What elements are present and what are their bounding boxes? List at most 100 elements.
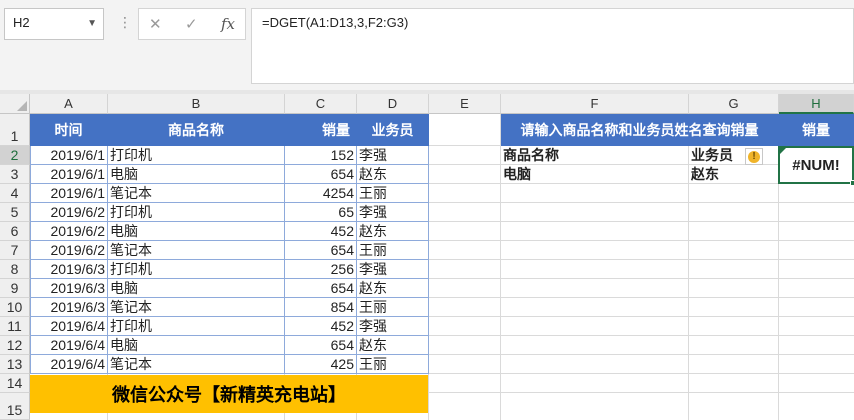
table-cell[interactable]: 电脑 — [108, 336, 285, 355]
column-header-a[interactable]: A — [30, 94, 108, 114]
criteria-value-salesperson[interactable]: 赵东 — [689, 165, 779, 184]
table-cell[interactable]: 赵东 — [357, 279, 429, 298]
table-cell[interactable]: 电脑 — [108, 165, 285, 184]
table-cell[interactable]: 电脑 — [108, 279, 285, 298]
table-header-cell[interactable]: 时间 — [30, 114, 108, 146]
table-header-cell[interactable]: 商品名称 — [108, 114, 285, 146]
row-header-15[interactable]: 15 — [0, 393, 30, 420]
row-header-6[interactable]: 6 — [0, 222, 30, 241]
criteria-label-product[interactable]: 商品名称 — [501, 146, 689, 165]
column-header-b[interactable]: B — [108, 94, 285, 114]
enter-icon[interactable]: ✓ — [185, 15, 198, 33]
table-cell[interactable]: 2019/6/4 — [30, 317, 108, 336]
table-cell[interactable]: 152 — [285, 146, 357, 165]
row-number: 12 — [6, 337, 23, 353]
table-cell[interactable]: 654 — [285, 336, 357, 355]
table-cell[interactable]: 2019/6/2 — [30, 241, 108, 260]
name-box[interactable]: H2 ▼ — [4, 8, 104, 40]
column-header-f[interactable]: F — [501, 94, 689, 114]
table-cell[interactable]: 4254 — [285, 184, 357, 203]
column-header-d[interactable]: D — [357, 94, 429, 114]
table-cell[interactable]: 王丽 — [357, 241, 429, 260]
table-cell[interactable]: 2019/6/2 — [30, 203, 108, 222]
table-cell[interactable]: 赵东 — [357, 336, 429, 355]
query-header-cell[interactable]: 请输入商品名称和业务员姓名查询销量 — [501, 114, 779, 146]
criteria-value-product[interactable]: 电脑 — [501, 165, 689, 184]
table-header-cell[interactable]: 业务员 — [357, 114, 429, 146]
fill-handle[interactable] — [850, 180, 854, 186]
formula-input[interactable]: =DGET(A1:D13,3,F2:G3) — [251, 8, 854, 84]
table-cell[interactable]: 452 — [285, 317, 357, 336]
result-header-cell[interactable]: 销量 — [779, 114, 854, 146]
table-header-cell[interactable]: 销量 — [285, 114, 357, 146]
column-header-g[interactable]: G — [689, 94, 779, 114]
column-header-c[interactable]: C — [285, 94, 357, 114]
table-cell[interactable]: 王丽 — [357, 184, 429, 203]
table-cell[interactable]: 65 — [285, 203, 357, 222]
row-number: 11 — [7, 318, 22, 334]
table-cell[interactable]: 854 — [285, 298, 357, 317]
table-cell[interactable]: 笔记本 — [108, 241, 285, 260]
row-header-1[interactable]: 1 — [0, 114, 30, 146]
criteria-label-salesperson[interactable]: 业务员 — [689, 146, 779, 165]
table-cell[interactable]: 654 — [285, 241, 357, 260]
table-cell[interactable]: 赵东 — [357, 222, 429, 241]
table-cell[interactable]: 256 — [285, 260, 357, 279]
table-cell[interactable]: 笔记本 — [108, 184, 285, 203]
row-header-8[interactable]: 8 — [0, 260, 30, 279]
table-cell[interactable]: 2019/6/1 — [30, 165, 108, 184]
row-header-7[interactable]: 7 — [0, 241, 30, 260]
row-header-12[interactable]: 12 — [0, 336, 30, 355]
table-cell[interactable]: 李强 — [357, 317, 429, 336]
chevron-down-icon[interactable]: ▼ — [87, 18, 97, 29]
row-header-9[interactable]: 9 — [0, 279, 30, 298]
table-cell[interactable]: 425 — [285, 355, 357, 374]
table-cell[interactable]: 李强 — [357, 146, 429, 165]
table-cell[interactable]: 2019/6/1 — [30, 146, 108, 165]
banner-cell[interactable]: 微信公众号【新精英充电站】 — [30, 375, 428, 413]
row-header-2[interactable]: 2 — [0, 146, 30, 165]
table-cell[interactable]: 电脑 — [108, 222, 285, 241]
table-cell[interactable]: 打印机 — [108, 260, 285, 279]
row-header-4[interactable]: 4 — [0, 184, 30, 203]
row-number: 9 — [10, 280, 19, 296]
table-cell[interactable]: 654 — [285, 165, 357, 184]
table-cell[interactable]: 452 — [285, 222, 357, 241]
insert-function-icon[interactable]: fx — [221, 15, 235, 33]
query-header-text: 请输入商品名称和业务员姓名查询销量 — [520, 121, 759, 138]
table-cell[interactable]: 李强 — [357, 260, 429, 279]
column-header-h[interactable]: H — [779, 94, 854, 114]
table-cell[interactable]: 2019/6/2 — [30, 222, 108, 241]
table-cell[interactable]: 王丽 — [357, 355, 429, 374]
table-cell[interactable]: 李强 — [357, 203, 429, 222]
row-header-13[interactable]: 13 — [0, 355, 30, 374]
row-header-11[interactable]: 11 — [0, 317, 30, 336]
row-header-5[interactable]: 5 — [0, 203, 30, 222]
select-all-button[interactable] — [0, 94, 30, 114]
table-cell[interactable]: 笔记本 — [108, 355, 285, 374]
table-cell[interactable]: 2019/6/4 — [30, 336, 108, 355]
table-cell[interactable]: 654 — [285, 279, 357, 298]
table-cell[interactable]: 2019/6/3 — [30, 298, 108, 317]
row-header-10[interactable]: 10 — [0, 298, 30, 317]
cancel-icon[interactable]: ✕ — [149, 15, 162, 33]
table-cell[interactable]: 笔记本 — [108, 298, 285, 317]
table-cell[interactable]: 打印机 — [108, 146, 285, 165]
column-header-e[interactable]: E — [429, 94, 501, 114]
row-header-14[interactable]: 14 — [0, 374, 30, 393]
table-cell[interactable]: 赵东 — [357, 165, 429, 184]
error-warning-button[interactable]: ! — [745, 148, 763, 165]
table-cell[interactable]: 2019/6/3 — [30, 260, 108, 279]
row-header-3[interactable]: 3 — [0, 165, 30, 184]
table-cell[interactable]: 2019/6/3 — [30, 279, 108, 298]
table-cell[interactable]: 打印机 — [108, 317, 285, 336]
table-cell[interactable]: 王丽 — [357, 298, 429, 317]
row-number: 5 — [10, 204, 19, 220]
table-cell[interactable]: 2019/6/4 — [30, 355, 108, 374]
active-cell-h2[interactable]: #NUM! — [778, 146, 854, 186]
name-box-value: H2 — [13, 15, 30, 30]
result-value: #NUM! — [792, 156, 840, 174]
row-number: 7 — [10, 242, 19, 258]
table-cell[interactable]: 2019/6/1 — [30, 184, 108, 203]
table-cell[interactable]: 打印机 — [108, 203, 285, 222]
